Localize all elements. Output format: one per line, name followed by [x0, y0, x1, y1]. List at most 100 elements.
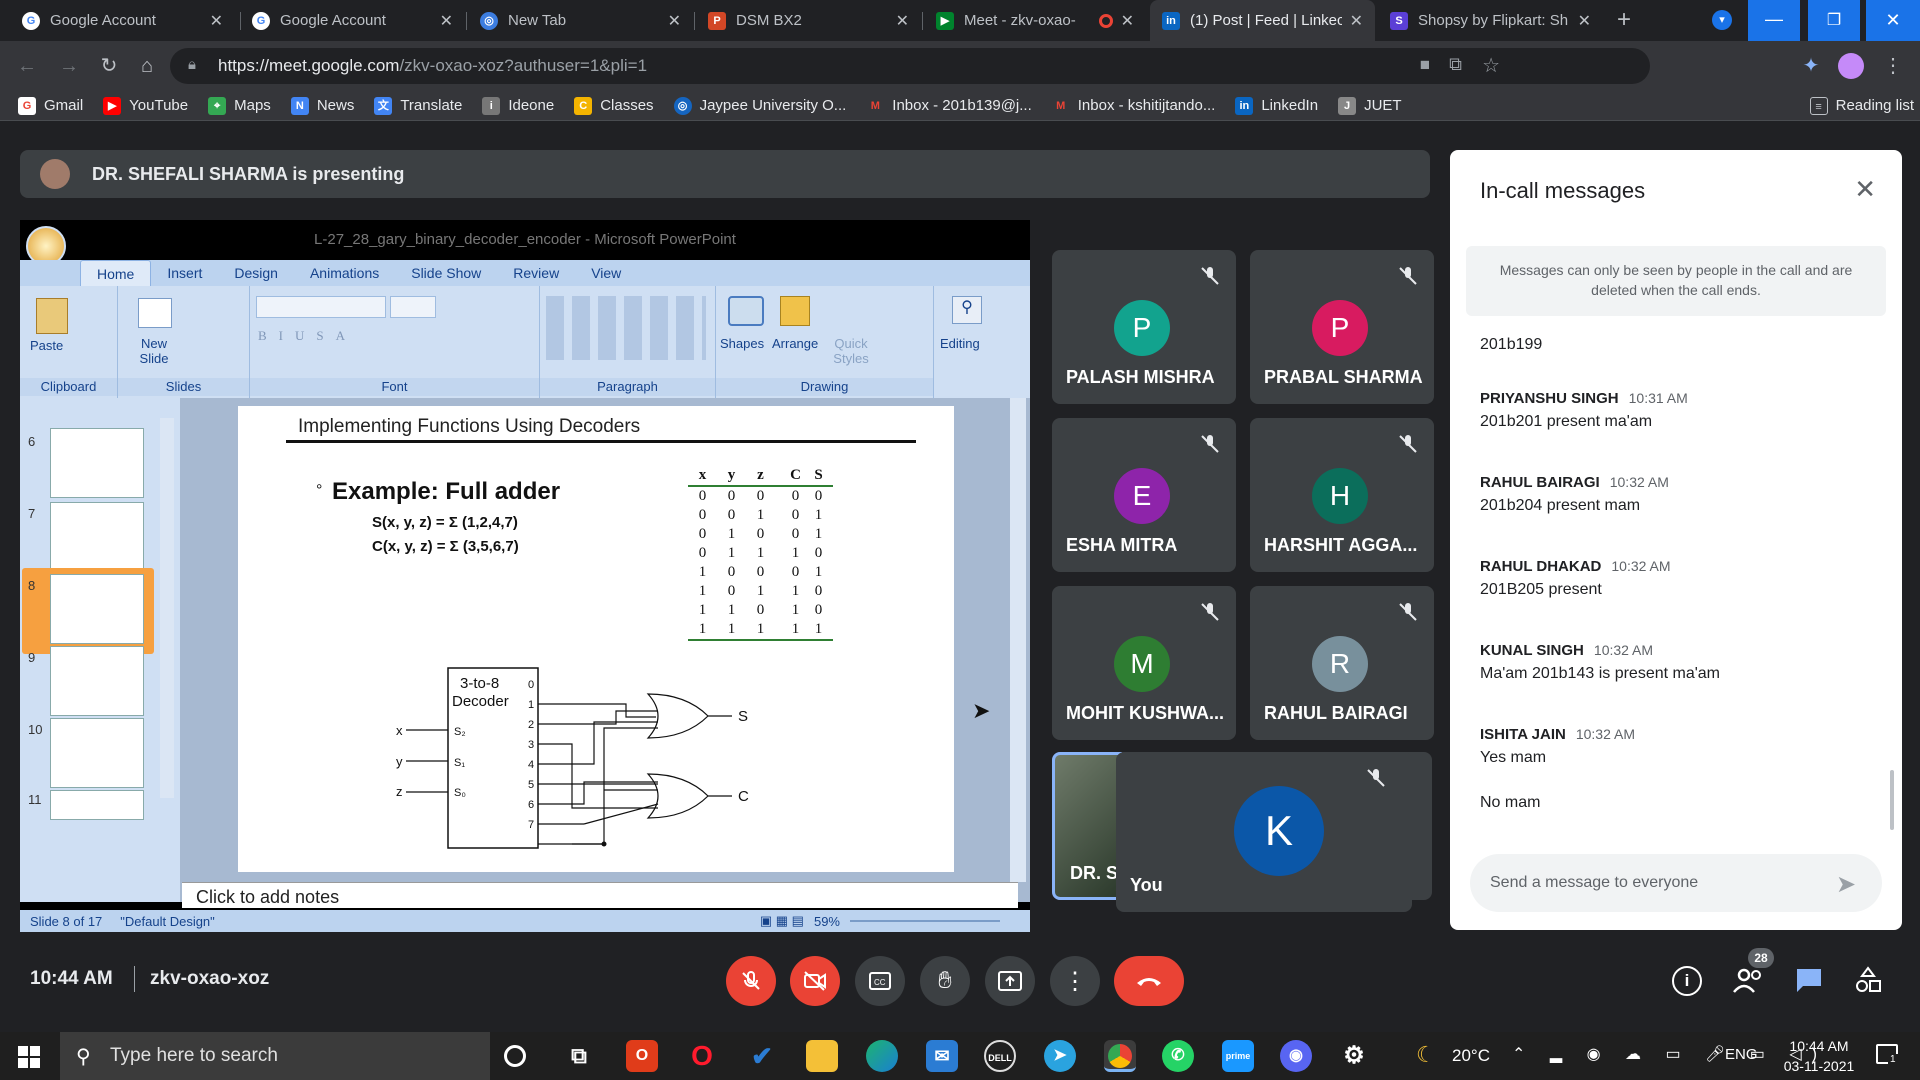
editing-button[interactable]: Editing: [940, 336, 980, 351]
paste-icon[interactable]: [36, 298, 68, 334]
font-name-select[interactable]: [256, 296, 386, 318]
shapes-button[interactable]: Shapes: [720, 336, 764, 351]
participant-tile[interactable]: M MOHIT KUSHWA...: [1052, 586, 1236, 740]
weather-temp[interactable]: 20°C: [1452, 1046, 1490, 1066]
close-icon[interactable]: ✕: [1578, 11, 1591, 31]
bookmark-inbox-1[interactable]: M Inbox - 201b139@j...: [866, 96, 1032, 115]
menu-icon[interactable]: ⋮: [1880, 53, 1906, 79]
tab-shopsy[interactable]: S Shopsy by Flipkart: Sh ✕: [1378, 0, 1603, 41]
bookmark-gmail[interactable]: G Gmail: [18, 96, 83, 115]
tab-meet[interactable]: ▶ Meet - zkv-oxao- ✕: [924, 0, 1146, 41]
slide-thumbnail-6[interactable]: [50, 428, 144, 498]
participant-tile[interactable]: H HARSHIT AGGA...: [1250, 418, 1434, 572]
chat-scrollbar[interactable]: [1890, 770, 1894, 830]
ppt-tab-animations[interactable]: Animations: [294, 260, 395, 286]
close-icon[interactable]: ✕: [668, 11, 681, 31]
chat-button[interactable]: [1794, 966, 1824, 994]
meeting-details-icon[interactable]: i: [1672, 966, 1702, 996]
participant-tile[interactable]: E ESHA MITRA: [1052, 418, 1236, 572]
forward-icon[interactable]: →: [56, 53, 82, 79]
windows-start-icon[interactable]: [18, 1046, 40, 1068]
participant-tile[interactable]: P PALASH MISHRA: [1052, 250, 1236, 404]
notifications-icon[interactable]: 1: [1876, 1044, 1898, 1065]
ppt-tab-view[interactable]: View: [575, 260, 637, 286]
leave-call-button[interactable]: [1114, 956, 1184, 1006]
close-icon[interactable]: ✕: [896, 11, 909, 31]
back-icon[interactable]: ←: [14, 53, 40, 79]
binoculars-icon[interactable]: ⚲: [952, 296, 982, 324]
font-size-select[interactable]: [390, 296, 436, 318]
font-format-icons[interactable]: BIUSA: [258, 328, 357, 344]
send-icon[interactable]: ➤: [1836, 870, 1856, 899]
tab-google-account-1[interactable]: G Google Account ✕: [10, 0, 235, 41]
star-icon[interactable]: ☆: [1482, 53, 1500, 78]
bookmark-youtube[interactable]: ▶ YouTube: [103, 96, 188, 115]
close-icon[interactable]: ✕: [440, 11, 453, 31]
bookmark-classes[interactable]: C Classes: [574, 96, 654, 115]
new-slide-icon[interactable]: [138, 298, 172, 328]
tab-dsm-bx2[interactable]: P DSM BX2 ✕: [696, 0, 921, 41]
notes-pane[interactable]: Click to add notes: [182, 882, 1018, 908]
ppt-tab-slideshow[interactable]: Slide Show: [395, 260, 497, 286]
task-view-icon[interactable]: ⧉: [563, 1040, 595, 1072]
mic-toggle-button[interactable]: [726, 956, 776, 1006]
open-external-icon[interactable]: ⧉: [1449, 54, 1462, 75]
settings-icon[interactable]: ⚙: [1338, 1040, 1370, 1072]
ppt-tab-review[interactable]: Review: [497, 260, 575, 286]
minimize-button[interactable]: —: [1748, 0, 1800, 41]
arrange-icon[interactable]: [780, 296, 810, 326]
raise-hand-button[interactable]: ✋︎: [920, 956, 970, 1006]
chat-input[interactable]: Send a message to everyone: [1470, 854, 1882, 912]
discord-icon[interactable]: ◉: [1280, 1040, 1312, 1072]
view-buttons[interactable]: ▣ ▦ ▤: [760, 913, 804, 929]
thumbnail-scrollbar[interactable]: [160, 418, 174, 798]
new-slide-button[interactable]: New Slide: [132, 336, 176, 366]
tab-search-icon[interactable]: ▾: [1712, 10, 1732, 30]
bookmark-inbox-2[interactable]: M Inbox - kshitijtando...: [1051, 96, 1215, 115]
close-icon[interactable]: ✕: [1121, 11, 1134, 31]
slide-thumbnail-11[interactable]: [50, 790, 144, 820]
home-icon[interactable]: ⌂: [134, 53, 160, 79]
more-options-button[interactable]: ⋮: [1050, 956, 1100, 1006]
paste-button[interactable]: Paste: [30, 338, 63, 353]
ppt-tab-home[interactable]: Home: [80, 260, 152, 286]
restore-button[interactable]: ❐: [1808, 0, 1860, 41]
bookmark-jaypee[interactable]: ◎ Jaypee University O...: [673, 96, 846, 115]
new-tab-button[interactable]: +: [1610, 6, 1638, 34]
extensions-icon[interactable]: ✦: [1798, 53, 1824, 79]
taskbar-search[interactable]: ⚲ Type here to search: [60, 1032, 490, 1080]
shapes-icon[interactable]: [728, 296, 764, 326]
arrange-button[interactable]: Arrange: [772, 336, 818, 351]
input-language[interactable]: ENG: [1725, 1046, 1758, 1063]
camera-toggle-button[interactable]: [790, 956, 840, 1006]
paragraph-icons[interactable]: [546, 296, 706, 360]
bookmark-translate[interactable]: 文 Translate: [374, 96, 462, 115]
present-button[interactable]: [985, 956, 1035, 1006]
captions-button[interactable]: CC: [855, 956, 905, 1006]
slide-thumbnail-9[interactable]: [50, 646, 144, 716]
bookmark-linkedin[interactable]: in LinkedIn: [1235, 96, 1318, 115]
slide-scrollbar[interactable]: [1010, 398, 1026, 882]
bookmark-ideone[interactable]: i Ideone: [482, 96, 554, 115]
reading-list[interactable]: ≡ Reading list: [1809, 96, 1914, 115]
prime-video-icon[interactable]: prime: [1222, 1040, 1254, 1072]
reload-icon[interactable]: ↻: [96, 53, 122, 79]
whatsapp-icon[interactable]: ✆: [1162, 1040, 1194, 1072]
todo-icon[interactable]: ✔: [746, 1040, 778, 1072]
address-bar[interactable]: 🔒︎ https://meet.google.com/zkv-oxao-xoz?…: [170, 48, 1650, 84]
dell-icon[interactable]: DELL: [984, 1040, 1016, 1072]
ppt-tab-insert[interactable]: Insert: [151, 260, 218, 286]
office-icon[interactable]: O: [626, 1040, 658, 1072]
bookmark-maps[interactable]: ⌖ Maps: [208, 96, 271, 115]
participants-button[interactable]: 28: [1732, 948, 1774, 996]
participant-tile[interactable]: R RAHUL BAIRAGI: [1250, 586, 1434, 740]
bookmark-news[interactable]: N News: [290, 96, 354, 115]
edge-icon[interactable]: [866, 1040, 898, 1072]
tab-google-account-2[interactable]: G Google Account ✕: [240, 0, 465, 41]
slide-thumbnail-10[interactable]: [50, 718, 144, 788]
quick-styles-button[interactable]: Quick Styles: [830, 336, 872, 366]
file-explorer-icon[interactable]: [806, 1040, 838, 1072]
slide-thumbnail-8[interactable]: [50, 574, 144, 644]
slide-thumbnail-7[interactable]: [50, 502, 144, 572]
close-icon[interactable]: ✕: [1350, 11, 1363, 31]
